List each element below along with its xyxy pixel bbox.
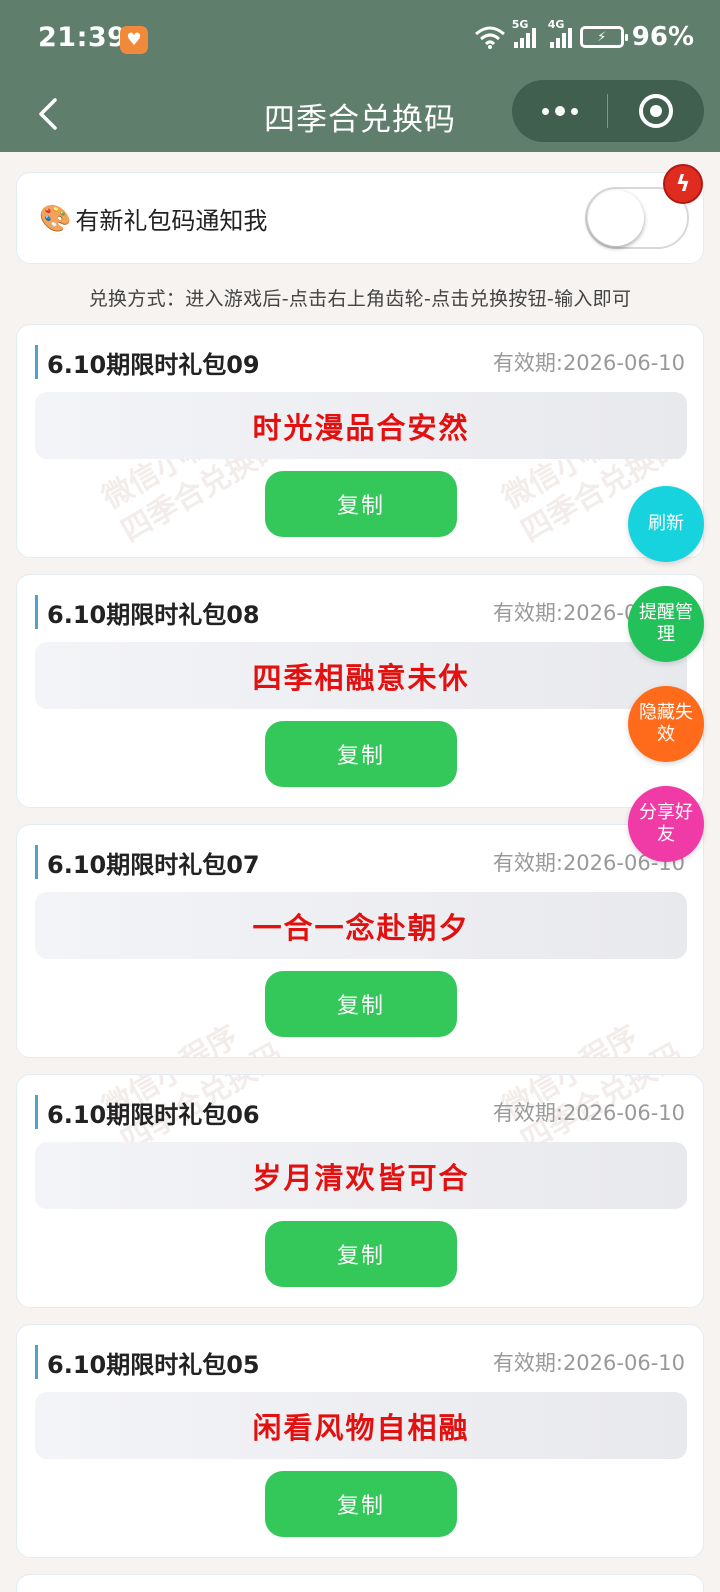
gift-name: 6.10期限时礼包06 (47, 1101, 260, 1129)
title-accent-bar (35, 345, 38, 379)
more-button[interactable] (512, 80, 607, 142)
target-icon (638, 94, 673, 128)
share-friends-button[interactable]: 分享好友 (628, 786, 704, 862)
redeem-instructions: 兑换方式：进入游戏后-点击右上角齿轮-点击兑换按钮-输入即可 (88, 288, 632, 310)
notify-label-row: 🎨 有新礼包码通知我 (39, 201, 267, 236)
watermark: 微信小程序四季合兑换码 (96, 1003, 290, 1057)
gift-card: 6.10期限时礼包05 有效期:2026-06-10 闲看风物自相融 复制 (16, 1324, 704, 1558)
battery-percent: 96% (631, 22, 694, 52)
gift-code: 闲看风物自相融 (252, 1410, 470, 1445)
notify-label: 有新礼包码通知我 (75, 207, 268, 235)
close-mini-program-button[interactable] (608, 80, 703, 142)
signal-4g-label: 4G (547, 18, 565, 31)
signal-4g-icon: 4G (548, 18, 572, 48)
toggle-knob (588, 190, 644, 246)
gift-card-partial (16, 1574, 704, 1592)
gift-expiry: 有效期:2026-06-10 (492, 1101, 685, 1125)
gift-code: 一合一念赴朝夕 (252, 910, 470, 945)
copy-button[interactable]: 复制 (265, 971, 457, 1037)
gift-code: 岁月清欢皆可合 (252, 1160, 470, 1195)
status-bar: 21:39 ♥ 5G 4G ⚡ 96% (0, 0, 720, 80)
heart-app-icon: ♥ (120, 26, 148, 54)
gift-code-box: 四季相融意未休 (35, 642, 687, 709)
gift-name: 6.10期限时礼包09 (47, 351, 260, 379)
hide-expired-button[interactable]: 隐藏失效 (628, 686, 704, 762)
gift-code: 四季相融意未休 (252, 660, 470, 695)
system-icons: 5G 4G ⚡ 96% (474, 18, 694, 52)
more-dot-icon (554, 106, 565, 116)
copy-button[interactable]: 复制 (265, 721, 457, 787)
palette-icon: 🎨 (39, 203, 72, 234)
wifi-icon (474, 26, 505, 49)
gift-card: 微信小程序四季合兑换码 微信小程序四季合兑换码 6.10期限时礼包06 有效期:… (16, 1074, 704, 1308)
refresh-button[interactable]: 刷新 (628, 486, 704, 562)
reminder-manage-button[interactable]: 提醒管理 (628, 586, 704, 662)
gift-code: 时光漫品合安然 (252, 410, 470, 445)
notify-card: 🎨 有新礼包码通知我 (16, 172, 704, 264)
status-time: 21:39 (38, 22, 127, 53)
copy-button[interactable]: 复制 (265, 1221, 457, 1287)
gift-name: 6.10期限时礼包07 (47, 851, 260, 879)
signal-5g-icon: 5G (512, 18, 536, 48)
copy-button[interactable]: 复制 (265, 471, 457, 537)
title-accent-bar (35, 595, 38, 629)
gift-name: 6.10期限时礼包05 (47, 1351, 260, 1379)
gift-expiry: 有效期:2026-06-10 (492, 351, 685, 375)
mini-program-capsule (512, 80, 704, 142)
gift-code-box: 一合一念赴朝夕 (35, 892, 687, 959)
more-dot-icon (541, 107, 549, 115)
flash-icon: ϟ (663, 164, 703, 204)
gift-code-box: 闲看风物自相融 (35, 1392, 687, 1459)
gift-card: 6.10期限时礼包08 有效期:2026-06-10 四季相融意未休 复制 (16, 574, 704, 808)
gift-card: 微信小程序四季合兑换码 微信小程序四季合兑换码 6.10期限时礼包07 有效期:… (16, 824, 704, 1058)
more-dot-icon (570, 107, 578, 115)
gift-card: 微信小程序 四季合兑换码 微信小程序 四季合兑换码 6.10期限时礼包09 有效期:… (16, 324, 704, 558)
gift-expiry: 有效期:2026-06-10 (492, 1351, 685, 1375)
gift-code-box: 岁月清欢皆可合 (35, 1142, 687, 1209)
title-accent-bar (35, 1345, 38, 1379)
copy-button[interactable]: 复制 (265, 1471, 457, 1537)
nav-bar: 四季合兑换码 (0, 80, 720, 152)
gift-code-box: 时光漫品合安然 (35, 392, 687, 459)
title-accent-bar (35, 845, 38, 879)
gift-name: 6.10期限时礼包08 (47, 601, 260, 629)
signal-5g-label: 5G (511, 18, 529, 31)
title-accent-bar (35, 1095, 38, 1129)
battery-icon: ⚡ (579, 26, 628, 48)
watermark: 微信小程序四季合兑换码 (496, 1003, 690, 1057)
